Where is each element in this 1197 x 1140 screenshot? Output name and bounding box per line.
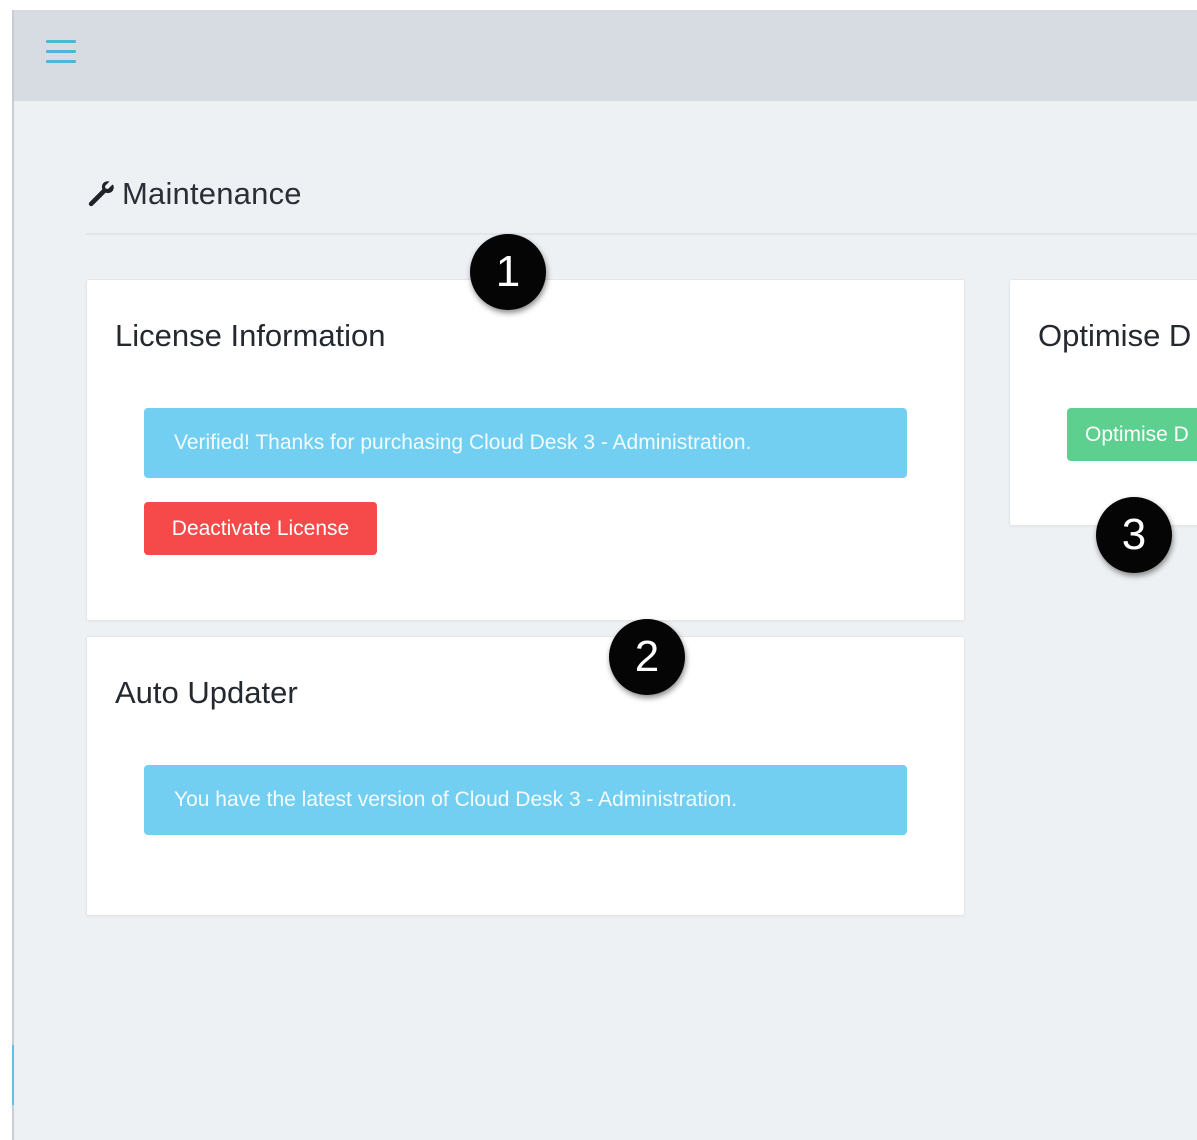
sidebar-edge [12,10,14,1140]
auto-updater-card: Auto Updater You have the latest version… [86,636,965,916]
hamburger-menu-icon[interactable] [46,38,76,66]
page-title: Maintenance [122,176,302,211]
callout-marker-1: 1 [470,234,546,310]
auto-updater-card-title: Auto Updater [115,675,298,710]
page-header: Maintenance [86,172,302,216]
optimise-card: Optimise D Optimise D [1009,279,1197,526]
top-navbar [14,10,1197,101]
optimise-button[interactable]: Optimise D [1067,408,1197,461]
app-window: Maintenance License Information Verified… [0,0,1197,1140]
license-card-title: License Information [115,318,386,353]
optimise-card-title: Optimise D [1038,318,1192,353]
callout-marker-3: 3 [1096,497,1172,573]
callout-marker-2: 2 [609,619,685,695]
license-information-card: License Information Verified! Thanks for… [86,279,965,621]
wrench-icon [88,181,114,207]
header-divider [86,233,1197,235]
latest-version-alert: You have the latest version of Cloud Des… [144,765,907,835]
sidebar-edge-accent [12,1045,14,1105]
deactivate-license-button[interactable]: Deactivate License [144,502,377,555]
license-verified-alert: Verified! Thanks for purchasing Cloud De… [144,408,907,478]
